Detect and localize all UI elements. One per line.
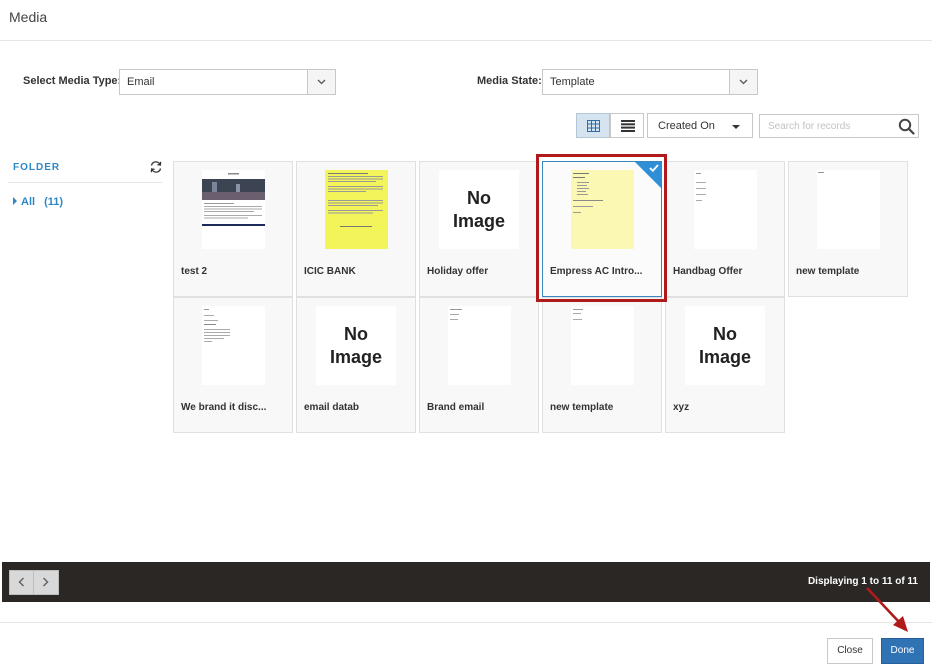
media-name: new template [550, 402, 614, 413]
media-card[interactable]: ICIC BANK [296, 161, 416, 297]
media-type-dropdown-button[interactable] [307, 70, 335, 94]
folder-title: FOLDER [13, 162, 61, 173]
media-card[interactable]: Brand email [419, 297, 539, 433]
media-state-select[interactable]: Template [542, 69, 758, 95]
list-icon [621, 120, 635, 132]
no-image-placeholder: No Image [316, 306, 396, 385]
media-card[interactable]: test 2 [173, 161, 293, 297]
media-thumbnail [694, 170, 757, 249]
media-state-label: Media State: [477, 75, 542, 87]
email-preview-image [818, 172, 824, 173]
folder-item-count: (11) [44, 196, 64, 208]
folder-item-all[interactable]: All (11) [13, 196, 63, 208]
list-view-button[interactable] [610, 113, 644, 138]
folder-item-label: All [21, 196, 36, 208]
media-thumbnail [325, 170, 388, 249]
media-type-select[interactable]: Email [119, 69, 336, 95]
media-state-dropdown-button[interactable] [729, 70, 757, 94]
media-type-label: Select Media Type: [23, 75, 122, 87]
sort-dropdown[interactable]: Created On [647, 113, 753, 138]
next-page-button[interactable] [34, 571, 58, 594]
media-name: new template [796, 266, 860, 277]
media-thumbnail [817, 170, 880, 249]
media-type-value: Email [127, 76, 155, 88]
search-box [759, 114, 919, 138]
search-input[interactable] [760, 115, 895, 137]
pager [9, 570, 59, 595]
media-thumbnail [571, 306, 634, 385]
no-image-placeholder: No Image [439, 170, 519, 249]
caret-right-icon [13, 197, 17, 205]
dialog-header: Media [0, 0, 932, 41]
chevron-left-icon [18, 577, 25, 587]
caret-down-icon [732, 125, 740, 129]
media-card[interactable]: We brand it disc... [173, 297, 293, 433]
media-name: ICIC BANK [304, 266, 356, 277]
no-image-line2: Image [329, 347, 383, 367]
media-card[interactable]: new template [542, 297, 662, 433]
media-state-value: Template [550, 76, 595, 88]
search-icon[interactable] [898, 118, 915, 135]
no-image-placeholder: No Image [685, 306, 765, 385]
refresh-icon[interactable] [150, 160, 162, 174]
media-card[interactable]: new template [788, 161, 908, 297]
media-name: xyz [673, 402, 690, 413]
selection-highlight [536, 154, 667, 302]
media-card[interactable]: No Image xyz [665, 297, 785, 433]
dialog-title: Media [9, 9, 48, 25]
media-thumbnail [202, 170, 265, 249]
pagination-bar: Displaying 1 to 11 of 11 [2, 562, 930, 602]
media-name: Handbag Offer [673, 266, 743, 277]
media-name: Brand email [427, 402, 485, 413]
media-card[interactable]: Handbag Offer [665, 161, 785, 297]
media-name: email datab [304, 402, 360, 413]
media-card[interactable]: No Image email datab [296, 297, 416, 433]
chevron-down-icon [739, 79, 748, 85]
no-image-line2: Image [452, 211, 506, 231]
chevron-down-icon [317, 79, 326, 85]
media-name: We brand it disc... [181, 402, 267, 413]
grid-view-button[interactable] [576, 113, 610, 138]
email-preview-image [204, 309, 230, 342]
no-image-line1: No [713, 324, 737, 344]
sort-value: Created On [658, 120, 715, 132]
email-preview-image [573, 309, 583, 320]
media-dialog: Media Select Media Type: Email Media Sta… [0, 0, 932, 668]
media-name: test 2 [181, 266, 208, 277]
done-button[interactable]: Done [881, 638, 924, 664]
prev-page-button[interactable] [10, 571, 34, 594]
no-image-line1: No [467, 188, 491, 208]
close-button[interactable]: Close [827, 638, 873, 664]
email-preview-image [202, 173, 265, 226]
email-preview-image [696, 173, 706, 201]
media-name: Holiday offer [427, 266, 489, 277]
media-thumbnail [448, 306, 511, 385]
grid-icon [587, 120, 600, 132]
no-image-line1: No [344, 324, 368, 344]
folder-divider [8, 182, 162, 183]
no-image-line2: Image [698, 347, 752, 367]
email-preview-image [328, 173, 383, 227]
media-card[interactable]: No Image Holiday offer [419, 161, 539, 297]
footer-divider [0, 622, 932, 623]
email-preview-image [450, 309, 462, 320]
media-thumbnail [202, 306, 265, 385]
pointer-arrow-icon [866, 587, 908, 632]
chevron-right-icon [42, 577, 49, 587]
